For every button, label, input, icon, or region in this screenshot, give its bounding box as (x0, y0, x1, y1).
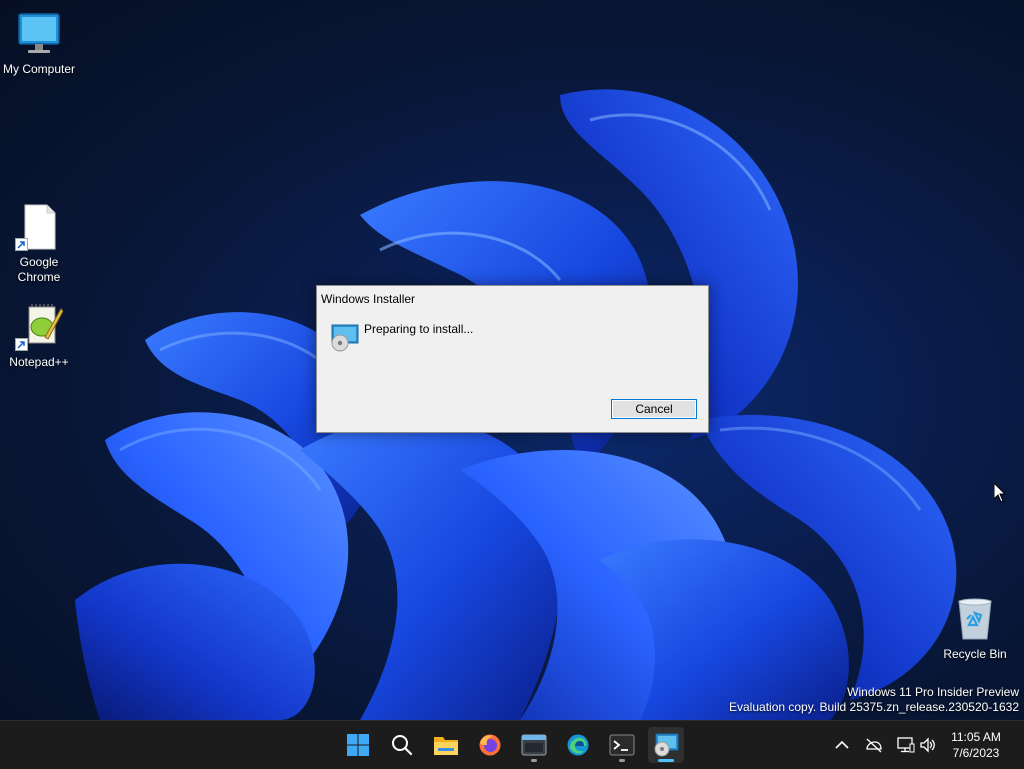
desktop-icon-google-chrome[interactable]: Google Chrome (0, 203, 78, 285)
installer-disc-icon (329, 324, 359, 352)
watermark-line-2: Evaluation copy. Build 25375.zn_release.… (729, 700, 1019, 714)
desktop-icon-label: Notepad++ (9, 355, 69, 369)
desktop-icon-label: Recycle Bin (943, 647, 1007, 661)
folder-icon (434, 737, 458, 755)
desktop-icon-label: My Computer (2, 62, 76, 76)
blank-file-icon (15, 203, 63, 251)
display-icon (897, 737, 915, 753)
mouse-cursor-icon (994, 483, 1006, 503)
tray-network[interactable] (864, 735, 884, 755)
taskbar-start-button[interactable] (340, 727, 376, 763)
shortcut-arrow-icon (15, 238, 28, 251)
taskbar-terminal[interactable] (604, 727, 640, 763)
taskbar-search-button[interactable] (384, 727, 420, 763)
clock-time: 11:05 AM (951, 730, 1001, 744)
windows-start-icon (347, 734, 369, 756)
show-hidden-icons-button[interactable] (832, 735, 852, 755)
taskbar-edge[interactable] (560, 727, 596, 763)
tray-volume[interactable] (918, 735, 938, 755)
running-indicator (619, 759, 625, 762)
taskbar-windows-installer[interactable] (648, 727, 684, 763)
taskbar-firefox[interactable] (472, 727, 508, 763)
cancel-button[interactable]: Cancel (611, 399, 697, 419)
desktop-icon-recycle-bin[interactable]: Recycle Bin (936, 595, 1014, 662)
desktop: My Computer Google Chrome Notepad++ Recy… (0, 0, 1024, 720)
recycle-bin-icon (951, 595, 999, 643)
taskbar-app-window[interactable] (516, 727, 552, 763)
dialog-title: Windows Installer (321, 292, 416, 306)
desktop-icon-my-computer[interactable]: My Computer (0, 10, 78, 77)
evaluation-watermark: Windows 11 Pro Insider Preview Evaluatio… (729, 685, 1019, 715)
firefox-icon (479, 734, 501, 756)
taskbar-file-explorer[interactable] (428, 727, 464, 763)
notepad-plus-plus-icon (15, 303, 64, 351)
window-app-icon (521, 734, 547, 756)
watermark-line-1: Windows 11 Pro Insider Preview (847, 685, 1019, 699)
desktop-icon-label: Google Chrome (17, 255, 61, 284)
desktop-icon-notepad-plus-plus[interactable]: Notepad++ (0, 303, 78, 370)
shortcut-arrow-icon (15, 338, 28, 351)
tray-display[interactable] (896, 735, 916, 755)
dialog-message: Preparing to install... (364, 322, 474, 336)
chevron-up-icon (835, 740, 849, 749)
taskbar: 11:05 AM 7/6/2023 (0, 720, 1024, 769)
taskbar-clock[interactable]: 11:05 AM 7/6/2023 (940, 729, 1012, 761)
volume-icon (920, 737, 935, 753)
installer-disc-icon (654, 733, 679, 757)
active-indicator (658, 759, 674, 762)
search-icon (392, 735, 413, 756)
windows-installer-dialog: Windows Installer Preparing to install..… (316, 285, 709, 433)
clock-date: 7/6/2023 (952, 746, 1000, 760)
network-disconnected-icon (866, 738, 882, 753)
running-indicator (531, 759, 537, 762)
terminal-icon (609, 734, 635, 756)
edge-icon (567, 734, 589, 756)
monitor-icon (15, 10, 63, 58)
